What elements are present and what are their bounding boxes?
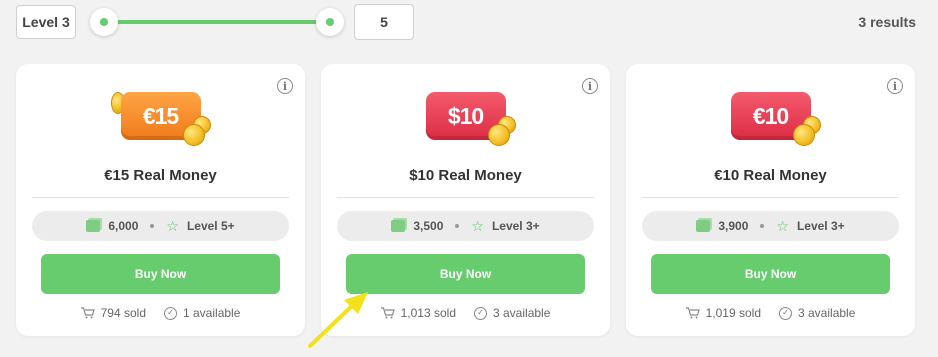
- price-value: 3,900: [718, 219, 749, 233]
- product-image: €10: [721, 90, 821, 152]
- slider-track: [102, 20, 332, 24]
- card-meta: 1,019 sold ✓ 3 available: [626, 306, 915, 320]
- cash-icon: [391, 220, 406, 232]
- available-text: 3 available: [798, 306, 856, 320]
- coin-icon: [182, 124, 205, 146]
- sold-text: 794 sold: [100, 306, 146, 320]
- star-icon: ☆: [471, 218, 484, 234]
- available-text: 1 available: [183, 306, 241, 320]
- product-title: $10 Real Money: [409, 167, 522, 184]
- sold-count: 794 sold: [80, 306, 146, 320]
- available-count: ✓ 3 available: [779, 306, 855, 320]
- star-icon: ☆: [166, 218, 179, 234]
- requirements-pill: 3,900 ☆ Level 3+: [642, 211, 899, 241]
- slider-handle-min[interactable]: [90, 8, 118, 36]
- buy-now-label: Buy Now: [439, 267, 492, 281]
- separator-dot: [455, 224, 460, 228]
- product-card: i €15 €15 Real Money 6,000 ☆ Level 5+ Bu…: [16, 64, 305, 336]
- divider: [32, 197, 289, 198]
- level-filter-button[interactable]: Level 3: [16, 5, 76, 39]
- cash-icon: [86, 220, 101, 232]
- info-icon[interactable]: i: [887, 78, 903, 94]
- cash-icon: [696, 220, 711, 232]
- product-title: €10 Real Money: [714, 167, 827, 184]
- buy-now-label: Buy Now: [134, 267, 187, 281]
- requirements-pill: 3,500 ☆ Level 3+: [337, 211, 594, 241]
- check-circle-icon: ✓: [164, 306, 177, 320]
- coin-icon: [487, 124, 510, 146]
- check-circle-icon: ✓: [779, 306, 792, 320]
- coin-icon: [792, 124, 815, 146]
- arrow-annotation-icon: [308, 292, 368, 348]
- available-count: ✓ 1 available: [164, 306, 240, 320]
- level-filter-label: Level 3: [22, 14, 70, 30]
- product-image: $10: [416, 90, 516, 152]
- info-icon[interactable]: i: [277, 78, 293, 94]
- slider-handle-max[interactable]: [316, 8, 344, 36]
- sold-count: 1,019 sold: [685, 306, 761, 320]
- info-icon[interactable]: i: [582, 78, 598, 94]
- level-range-slider[interactable]: [90, 6, 344, 38]
- cart-icon: [685, 307, 700, 319]
- buy-now-button[interactable]: Buy Now: [41, 254, 280, 294]
- separator-dot: [760, 224, 765, 228]
- product-title: €15 Real Money: [104, 167, 217, 184]
- check-circle-icon: ✓: [474, 306, 487, 320]
- card-meta: 794 sold ✓ 1 available: [16, 306, 305, 320]
- available-count: ✓ 3 available: [474, 306, 550, 320]
- product-card: i €10 €10 Real Money 3,900 ☆ Level 3+ Bu…: [626, 64, 915, 336]
- level-requirement: Level 5+: [186, 219, 235, 233]
- product-image: €15: [110, 90, 211, 152]
- max-level-input[interactable]: 5: [354, 4, 414, 40]
- sold-count: 1,013 sold: [380, 306, 456, 320]
- buy-now-button[interactable]: Buy Now: [346, 254, 585, 294]
- requirements-pill: 6,000 ☆ Level 5+: [32, 211, 289, 241]
- separator-dot: [150, 224, 155, 228]
- max-level-value: 5: [380, 14, 388, 30]
- buy-now-button[interactable]: Buy Now: [651, 254, 890, 294]
- cart-icon: [380, 307, 395, 319]
- star-icon: ☆: [776, 218, 789, 234]
- results-count: 3 results: [858, 14, 916, 30]
- level-requirement: Level 3+: [796, 219, 845, 233]
- price-value: 6,000: [108, 219, 139, 233]
- level-requirement: Level 3+: [491, 219, 540, 233]
- sold-text: 1,013 sold: [400, 306, 456, 320]
- price-value: 3,500: [413, 219, 444, 233]
- available-text: 3 available: [493, 306, 551, 320]
- buy-now-label: Buy Now: [744, 267, 797, 281]
- sold-text: 1,019 sold: [705, 306, 761, 320]
- divider: [337, 197, 594, 198]
- divider: [642, 197, 899, 198]
- cart-icon: [80, 307, 95, 319]
